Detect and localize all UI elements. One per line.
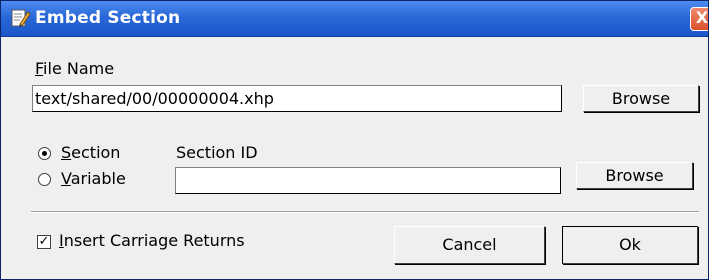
variable-radio[interactable] [38,173,51,186]
ok-button[interactable]: Ok [562,226,698,264]
file-name-mnemonic: F [35,59,44,78]
file-browse-button[interactable]: Browse [583,85,699,112]
insert-carriage-returns-checkbox[interactable]: ✓ [37,235,51,249]
embed-section-dialog: Embed Section X File Name text/shared/00… [0,0,709,280]
insert-carriage-returns-label[interactable]: Insert Carriage Returns [59,231,245,250]
title-bar[interactable]: Embed Section X [1,1,708,37]
section-id-input[interactable] [175,167,561,194]
file-name-label: File Name [35,59,114,78]
file-name-label-text: ile Name [43,59,115,78]
section-id-label: Section ID [176,143,258,162]
section-id-browse-button[interactable]: Browse [576,162,693,189]
separator [31,211,699,213]
insert-carriage-returns-text: nsert Carriage Returns [63,231,245,250]
file-name-input[interactable]: text/shared/00/00000004.xhp [32,85,562,112]
cancel-button[interactable]: Cancel [394,226,545,264]
section-mnemonic: S [61,143,72,162]
section-radio-label[interactable]: Section [61,143,120,162]
close-button[interactable]: X [690,7,708,31]
variable-mnemonic: V [61,169,71,188]
variable-label-text: ariable [70,169,126,188]
section-radio-dot [42,151,47,156]
section-label-text: ection [71,143,121,162]
variable-radio-label[interactable]: Variable [61,169,126,188]
window-title: Embed Section [35,8,181,28]
section-radio[interactable] [38,147,51,160]
document-edit-icon [10,7,32,29]
